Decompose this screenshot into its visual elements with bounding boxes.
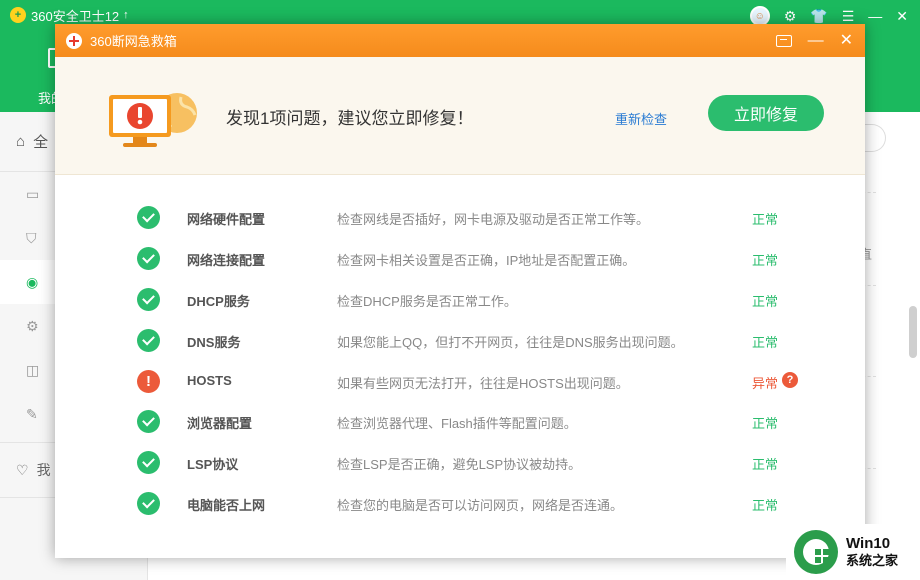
menu-icon[interactable]: ☰: [842, 8, 855, 25]
skin-shirt-icon[interactable]: 👕: [810, 8, 827, 25]
check-result: 正常: [752, 293, 779, 309]
check-row: 网络连接配置 检查网卡相关设置是否正确，IP地址是否配置正确。 正常: [55, 238, 865, 279]
main-window-controls: ☺ ⚙ 👕 ☰ — ✕: [749, 6, 908, 26]
check-icon: [137, 492, 160, 516]
check-name: 浏览器配置: [187, 416, 253, 432]
dialog-titlebar[interactable]: 360断网急救箱 — ✕: [55, 24, 865, 57]
check-result: 正常: [752, 416, 779, 432]
check-name: HOSTS: [187, 372, 232, 388]
check-result: 正常: [752, 252, 779, 268]
check-icon: [137, 451, 160, 475]
check-description: 检查网卡相关设置是否正确，IP地址是否配置正确。: [337, 252, 636, 268]
network-rescue-dialog: 360断网急救箱 — ✕ 发现1项问题，建议您立即修复！ 重新检查 立即修复 网…: [55, 24, 865, 558]
check-icon: [137, 328, 160, 352]
recheck-link[interactable]: 重新检查: [615, 109, 667, 128]
wrench-icon: ✎: [26, 405, 38, 422]
first-aid-icon: [66, 32, 82, 49]
check-description: 如果有些网页无法打开，往往是HOSTS出现问题。: [337, 375, 629, 391]
check-row: DHCP服务 检查DHCP服务是否正常工作。 正常: [55, 279, 865, 320]
check-icon: [137, 206, 160, 229]
check-name: DHCP服务: [187, 293, 250, 309]
result-banner: 发现1项问题，建议您立即修复！ 重新检查 立即修复: [55, 57, 865, 175]
avatar[interactable]: ☺: [749, 6, 770, 26]
gamepad-icon: ◫: [26, 361, 40, 378]
monitor-icon: ▭: [26, 185, 40, 202]
sidebar-foot-label: 我: [36, 462, 51, 478]
main-minimize-icon[interactable]: —: [868, 8, 882, 24]
check-description: 检查DHCP服务是否正常工作。: [337, 293, 517, 309]
dialog-title: 360断网急救箱: [90, 34, 177, 49]
check-result: 正常: [752, 212, 779, 227]
globe-icon: ◉: [26, 273, 39, 290]
check-name: 网络连接配置: [187, 252, 266, 268]
monitor-warning-icon: [109, 93, 197, 147]
check-row: 电脑能否上网 检查您的电脑是否可以访问网页，网络是否连通。 正常: [55, 483, 865, 524]
store-icon: ⌂: [16, 133, 26, 150]
watermark-line2: 系统之家: [846, 553, 899, 568]
check-result: 异常: [752, 375, 779, 391]
minimize-icon[interactable]: —: [808, 32, 824, 49]
check-name: 网络硬件配置: [187, 212, 266, 227]
check-result: 正常: [752, 498, 779, 514]
check-description: 如果您能上QQ，但打不开网页，往往是DNS服务出现问题。: [337, 334, 684, 350]
dialog-controls: — ✕: [775, 24, 853, 57]
shield-icon: ⛉: [26, 229, 37, 246]
app-title: 360安全卫士12: [31, 8, 120, 24]
scrollbar-thumb[interactable]: [909, 306, 917, 358]
upgrade-icon[interactable]: ↑: [123, 9, 129, 21]
check-icon: [137, 287, 160, 311]
check-description: 检查浏览器代理、Flash插件等配置问题。: [337, 416, 577, 432]
check-description: 检查您的电脑是否可以访问网页，网络是否连通。: [337, 498, 624, 514]
check-result: 正常: [752, 457, 779, 473]
check-name: LSP协议: [187, 457, 239, 473]
help-icon[interactable]: ?: [782, 371, 798, 388]
gear-icon: ⚙: [26, 317, 39, 334]
sidebar-head-label: 全: [33, 134, 49, 151]
win10-logo-icon: [794, 530, 838, 574]
close-icon[interactable]: ✕: [840, 32, 853, 49]
fix-now-button[interactable]: 立即修复: [708, 95, 824, 131]
banner-message: 发现1项问题，建议您立即修复！: [226, 109, 474, 128]
app-logo-icon: +: [10, 7, 26, 23]
check-description: 检查LSP是否正确，避免LSP协议被劫持。: [337, 457, 582, 473]
watermark: Win10 系统之家: [786, 524, 920, 580]
check-icon: [137, 246, 160, 270]
check-result: 正常: [752, 334, 779, 350]
check-list: 网络硬件配置 检查网线是否插好，网卡电源及驱动是否正常工作等。 正常 网络连接配置 检查…: [55, 197, 865, 524]
warning-icon: !: [137, 369, 160, 393]
heart-icon: ♡: [16, 461, 29, 478]
settings-gear-icon[interactable]: ⚙: [784, 8, 797, 25]
check-row: 网络硬件配置 检查网线是否插好，网卡电源及驱动是否正常工作等。 正常: [55, 197, 865, 238]
check-description: 检查网线是否插好，网卡电源及驱动是否正常工作等。: [337, 212, 650, 227]
check-row: LSP协议 检查LSP是否正确，避免LSP协议被劫持。 正常: [55, 442, 865, 483]
watermark-line1: Win10: [846, 535, 891, 552]
check-row: ! HOSTS 如果有些网页无法打开，往往是HOSTS出现问题。 异常?: [55, 361, 865, 402]
check-name: DNS服务: [187, 334, 241, 350]
check-row: 浏览器配置 检查浏览器代理、Flash插件等配置问题。 正常: [55, 401, 865, 442]
feedback-icon[interactable]: [775, 34, 792, 47]
check-name: 电脑能否上网: [187, 498, 266, 514]
check-icon: [137, 410, 160, 434]
check-row: DNS服务 如果您能上QQ，但打不开网页，往往是DNS服务出现问题。 正常: [55, 320, 865, 361]
main-close-icon[interactable]: ✕: [896, 8, 908, 25]
